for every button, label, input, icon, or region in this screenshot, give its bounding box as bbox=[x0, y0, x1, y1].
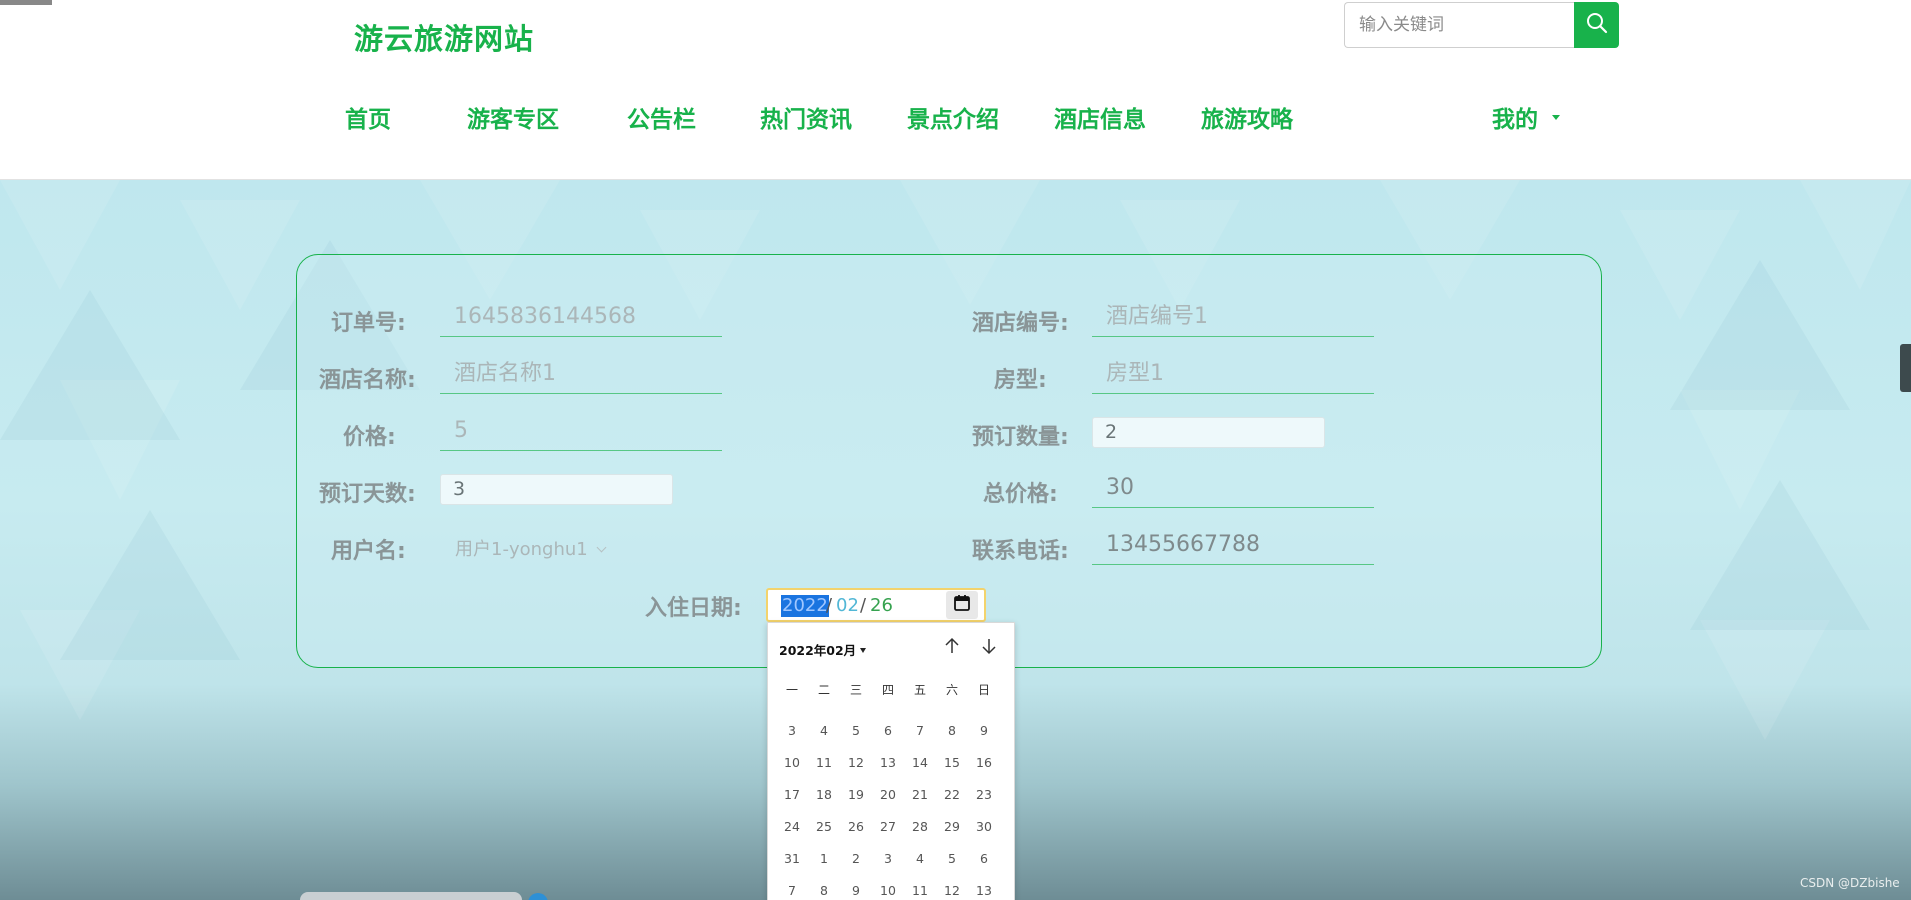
calendar-day[interactable]: 6 bbox=[873, 720, 903, 742]
nav-travel-guide[interactable]: 旅游攻略 bbox=[1201, 100, 1293, 134]
calendar-day[interactable]: 1 bbox=[809, 848, 839, 870]
weekday-label: 四 bbox=[881, 683, 894, 697]
calendar-day[interactable]: 28 bbox=[905, 816, 935, 838]
calendar-month-select[interactable]: 2022年02月 bbox=[779, 640, 867, 659]
weekday-label: 一 bbox=[785, 683, 798, 697]
date-picker-popup: 2022年02月 一 二 三 四 五 六 日 3 4 5 6 7 8 9 10 … bbox=[767, 622, 1015, 900]
calendar-week-row: 24 25 26 27 28 29 30 bbox=[777, 816, 1007, 838]
weekday-label: 三 bbox=[849, 683, 862, 697]
calendar-day[interactable]: 15 bbox=[937, 752, 967, 774]
weekday-label: 日 bbox=[977, 683, 990, 697]
calendar-day[interactable]: 8 bbox=[937, 720, 967, 742]
nav-account-menu[interactable]: 我的 bbox=[1492, 100, 1560, 134]
calendar-day[interactable]: 7 bbox=[777, 880, 807, 900]
nav-bulletin[interactable]: 公告栏 bbox=[627, 100, 696, 134]
date-separator: / bbox=[826, 595, 833, 616]
date-separator: / bbox=[860, 595, 867, 616]
calendar-day[interactable]: 5 bbox=[841, 720, 871, 742]
calendar-day[interactable]: 9 bbox=[969, 720, 999, 742]
nav-hotels[interactable]: 酒店信息 bbox=[1054, 100, 1146, 134]
calendar-day[interactable]: 12 bbox=[937, 880, 967, 900]
calendar-day[interactable]: 16 bbox=[969, 752, 999, 774]
calendar-day[interactable]: 14 bbox=[905, 752, 935, 774]
side-panel-handle[interactable] bbox=[1900, 344, 1911, 392]
search-input[interactable] bbox=[1344, 2, 1574, 48]
calendar-day[interactable]: 4 bbox=[809, 720, 839, 742]
search-icon bbox=[1586, 12, 1608, 38]
calendar-day[interactable]: 11 bbox=[809, 752, 839, 774]
calendar-day[interactable]: 10 bbox=[873, 880, 903, 900]
date-month-segment[interactable]: 02 bbox=[836, 595, 859, 617]
calendar-day[interactable]: 26 bbox=[841, 816, 871, 838]
calendar-week-row: 7 8 9 10 11 12 13 bbox=[777, 880, 1007, 900]
weekday-label: 六 bbox=[945, 683, 958, 697]
watermark: CSDN @DZbishe bbox=[1800, 876, 1900, 890]
corner-mark bbox=[0, 0, 52, 5]
checkin-date-input[interactable]: 2022 / 02 / 26 bbox=[766, 588, 986, 622]
nav-visitor-zone[interactable]: 游客专区 bbox=[467, 100, 559, 134]
calendar-day[interactable]: 25 bbox=[809, 816, 839, 838]
weekday-label: 二 bbox=[817, 683, 830, 697]
calendar-day[interactable]: 5 bbox=[937, 848, 967, 870]
calendar-button[interactable] bbox=[946, 591, 978, 619]
calendar-day[interactable]: 21 bbox=[905, 784, 935, 806]
calendar-day[interactable]: 20 bbox=[873, 784, 903, 806]
nav-account-label: 我的 bbox=[1492, 107, 1538, 133]
date-day-segment[interactable]: 26 bbox=[870, 595, 893, 617]
calendar-day[interactable]: 2 bbox=[841, 848, 871, 870]
bottom-pill bbox=[300, 892, 522, 900]
date-year-segment[interactable]: 2022 bbox=[781, 595, 829, 617]
calendar-day[interactable]: 27 bbox=[873, 816, 903, 838]
nav-hot-news[interactable]: 热门资讯 bbox=[760, 100, 852, 134]
calendar-day[interactable]: 18 bbox=[809, 784, 839, 806]
calendar-day[interactable]: 24 bbox=[777, 816, 807, 838]
calendar-week-row: 31 1 2 3 4 5 6 bbox=[777, 848, 1007, 870]
caret-down-icon bbox=[860, 648, 867, 653]
calendar-next-button[interactable] bbox=[977, 636, 1001, 660]
nav-attractions[interactable]: 景点介绍 bbox=[907, 100, 999, 134]
calendar-day[interactable]: 3 bbox=[777, 720, 807, 742]
calendar-day[interactable]: 12 bbox=[841, 752, 871, 774]
calendar-day[interactable]: 30 bbox=[969, 816, 999, 838]
calendar-week-row: 3 4 5 6 7 8 9 bbox=[777, 720, 1007, 742]
calendar-prev-button[interactable] bbox=[940, 636, 964, 660]
calendar-day[interactable]: 11 bbox=[905, 880, 935, 900]
calendar-day[interactable]: 22 bbox=[937, 784, 967, 806]
calendar-day[interactable]: 7 bbox=[905, 720, 935, 742]
calendar-day[interactable]: 29 bbox=[937, 816, 967, 838]
calendar-weekday-row: 一 二 三 四 五 六 日 bbox=[777, 679, 1007, 701]
calendar-day[interactable]: 23 bbox=[969, 784, 999, 806]
calendar-day[interactable]: 6 bbox=[969, 848, 999, 870]
arrow-down-icon bbox=[980, 637, 998, 659]
calendar-day[interactable]: 17 bbox=[777, 784, 807, 806]
calendar-day[interactable]: 4 bbox=[905, 848, 935, 870]
weekday-label: 五 bbox=[913, 683, 926, 697]
caret-down-icon bbox=[1552, 115, 1560, 120]
calendar-day[interactable]: 31 bbox=[777, 848, 807, 870]
arrow-up-icon bbox=[943, 637, 961, 659]
calendar-day[interactable]: 19 bbox=[841, 784, 871, 806]
calendar-week-row: 17 18 19 20 21 22 23 bbox=[777, 784, 1007, 806]
nav-home[interactable]: 首页 bbox=[345, 100, 391, 134]
site-logo[interactable]: 游云旅游网站 bbox=[354, 16, 534, 58]
calendar-day[interactable]: 8 bbox=[809, 880, 839, 900]
calendar-day[interactable]: 9 bbox=[841, 880, 871, 900]
calendar-day[interactable]: 3 bbox=[873, 848, 903, 870]
calendar-day[interactable]: 13 bbox=[873, 752, 903, 774]
calendar-day[interactable]: 13 bbox=[969, 880, 999, 900]
calendar-month-label: 2022年02月 bbox=[779, 643, 857, 658]
calendar-day[interactable]: 10 bbox=[777, 752, 807, 774]
calendar-icon bbox=[953, 594, 971, 617]
header: 游云旅游网站 首页 游客专区 公告栏 热门资讯 景点介绍 酒店信息 旅游攻略 我… bbox=[0, 0, 1911, 180]
search-button[interactable] bbox=[1574, 2, 1619, 48]
calendar-week-row: 10 11 12 13 14 15 16 bbox=[777, 752, 1007, 774]
